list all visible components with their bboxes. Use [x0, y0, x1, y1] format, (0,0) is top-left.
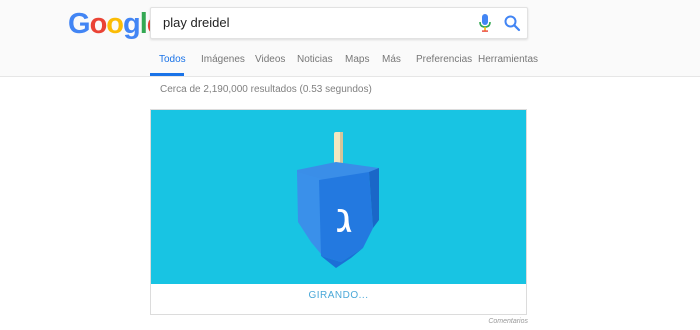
logo-letter: l: [139, 8, 148, 40]
results-count: Cerca de 2,190,000 resultados (0.53 segu…: [160, 84, 372, 95]
game-stage[interactable]: ג: [151, 110, 526, 284]
tab-noticias[interactable]: Noticias: [297, 52, 333, 76]
dreidel[interactable]: ג: [151, 110, 526, 284]
tab-imagenes[interactable]: Imágenes: [201, 52, 245, 76]
tab-videos[interactable]: Videos: [255, 52, 285, 76]
dreidel-game-card: ג GIRANDO...: [150, 109, 527, 315]
logo-letter: o: [106, 8, 124, 40]
search-box: [150, 7, 528, 39]
google-logo[interactable]: Google: [68, 8, 163, 41]
search-icon[interactable]: [503, 14, 521, 32]
tab-preferencias[interactable]: Preferencias: [416, 52, 472, 76]
search-input[interactable]: [161, 14, 465, 31]
logo-letter: o: [89, 8, 108, 40]
tab-herramientas[interactable]: Herramientas: [478, 52, 538, 76]
dreidel-letter: ג: [335, 193, 352, 242]
logo-letter: g: [123, 8, 141, 40]
feedback-link[interactable]: Comentarios: [488, 318, 528, 325]
microphone-icon[interactable]: [478, 14, 492, 32]
logo-letter: G: [68, 8, 91, 40]
tab-todos[interactable]: Todos: [150, 52, 186, 76]
spin-status[interactable]: GIRANDO...: [151, 290, 526, 301]
tab-maps[interactable]: Maps: [345, 52, 369, 76]
tab-mas[interactable]: Más: [382, 52, 401, 76]
